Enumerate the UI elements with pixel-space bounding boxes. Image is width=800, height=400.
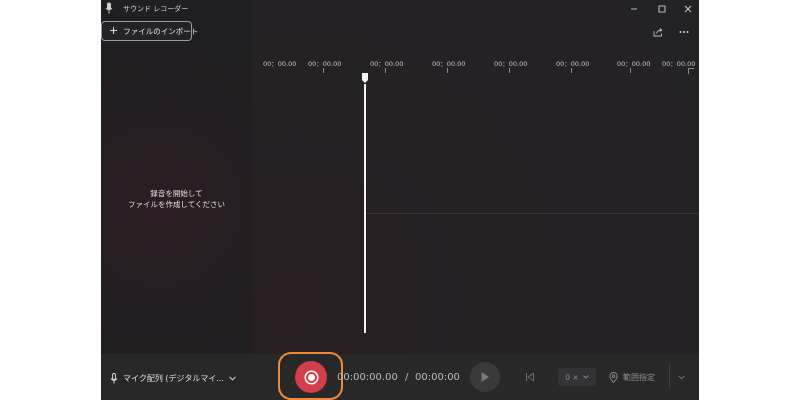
close-icon	[684, 5, 692, 13]
microphone-icon	[110, 372, 118, 383]
record-button[interactable]	[295, 361, 327, 393]
tick-mark	[385, 68, 386, 73]
import-file-label: ファイルのインポート	[123, 26, 199, 36]
record-icon	[305, 371, 317, 383]
chevron-down-icon	[677, 374, 685, 379]
tick-mark	[323, 68, 324, 73]
range-label: 範囲指定	[623, 372, 655, 382]
tick-mark	[447, 68, 448, 73]
more-options-button[interactable]	[675, 23, 693, 41]
tick-label: 00：00.00	[556, 60, 590, 68]
playback-speed-select[interactable]: 0 ×	[558, 368, 596, 386]
maximize-icon	[658, 5, 666, 13]
close-button[interactable]	[677, 0, 699, 18]
ruler-end-mark	[688, 68, 694, 74]
total-time: 00:00:00	[415, 372, 460, 383]
tick-mark	[630, 68, 631, 73]
range-dropdown-button[interactable]	[674, 369, 688, 385]
tick-label: 00：00.00	[370, 60, 404, 68]
microphone-label: マイク配列 (デジタルマイ...	[123, 373, 224, 383]
microphone-app-icon	[105, 2, 113, 14]
skip-to-start-button[interactable]	[522, 369, 538, 385]
playhead-line[interactable]	[364, 84, 366, 333]
chevron-down-icon	[582, 375, 589, 379]
more-icon	[679, 31, 689, 33]
maximize-button[interactable]	[651, 0, 673, 18]
app-title: サウンド レコーダー	[123, 5, 189, 13]
tick-label: 00：00.00	[308, 60, 342, 68]
tick-mark	[571, 68, 572, 73]
hint-line-2: ファイルを作成してください	[127, 200, 226, 209]
empty-state-hint: 録音を開始して ファイルを作成してください	[101, 188, 252, 210]
play-icon	[481, 372, 489, 382]
tick-mark	[509, 68, 510, 73]
waveform-baseline	[366, 213, 699, 214]
time-separator: /	[405, 372, 409, 383]
minimize-icon	[631, 8, 637, 10]
tick-label: 00：00.00	[662, 60, 696, 68]
range-select-button[interactable]: 範囲指定	[609, 368, 655, 386]
minimize-button[interactable]	[623, 0, 645, 18]
sidebar	[101, 0, 252, 354]
current-time: 00:00:00.00	[337, 372, 398, 383]
play-button[interactable]	[470, 362, 500, 392]
speed-label: 0 ×	[565, 372, 579, 382]
tick-label: 00：00.00	[617, 60, 651, 68]
hint-line-1: 録音を開始して	[150, 189, 203, 198]
microphone-select[interactable]: マイク配列 (デジタルマイ...	[110, 370, 236, 386]
skip-back-icon	[526, 372, 534, 382]
plus-icon: +	[109, 24, 119, 37]
chevron-down-icon	[229, 375, 236, 381]
import-file-button[interactable]: + ファイルのインポート	[101, 21, 198, 41]
share-button[interactable]	[649, 23, 667, 41]
tick-label: 00：00.00	[432, 60, 466, 68]
sound-recorder-window: サウンド レコーダー + ファイルのインポート 録音を開始して ファイルを作成し…	[101, 0, 699, 400]
share-icon	[653, 28, 663, 37]
waveform-area	[252, 0, 699, 354]
location-pin-icon	[609, 371, 618, 383]
playhead-handle[interactable]	[361, 72, 369, 84]
tick-label: 00：00.00	[263, 60, 297, 68]
tick-label: 00：00.00	[494, 60, 528, 68]
divider	[669, 364, 670, 388]
